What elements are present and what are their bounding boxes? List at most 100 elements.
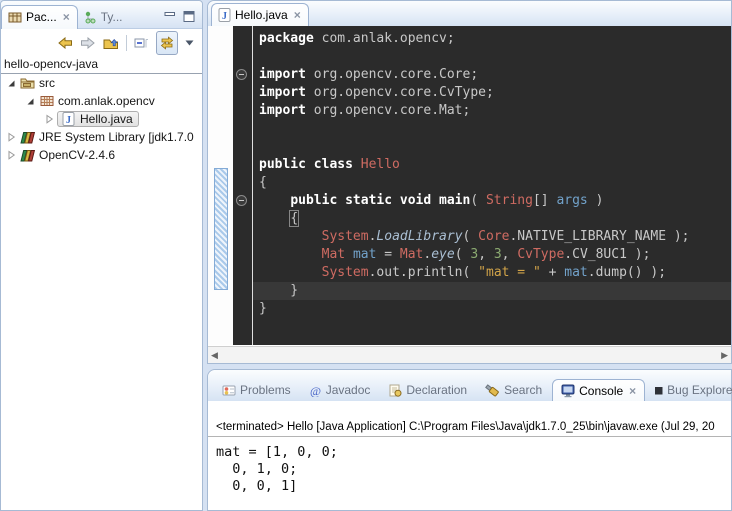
tab-javadoc[interactable]: @Javadoc — [301, 379, 379, 401]
code-token: import — [259, 85, 306, 100]
code-line[interactable]: } — [253, 300, 731, 318]
tree-item-src[interactable]: src — [1, 74, 202, 92]
fold-collapse-icon[interactable] — [236, 69, 247, 80]
collapsed-expander-icon[interactable] — [3, 132, 19, 142]
code-token: } — [259, 283, 298, 298]
tab-label: Declaration — [406, 383, 467, 397]
expanded-expander-icon[interactable] — [3, 78, 19, 88]
tab-problems[interactable]: Problems — [214, 379, 299, 401]
code-line[interactable]: { — [253, 174, 731, 192]
library-icon — [19, 131, 36, 144]
close-icon[interactable]: × — [629, 386, 636, 396]
code-editor[interactable]: package com.anlak.opencv; import org.open… — [252, 26, 731, 345]
code-line[interactable]: import org.opencv.core.Core; — [253, 66, 731, 84]
scroll-right-icon[interactable]: ▶ — [721, 351, 728, 360]
tab-declaration[interactable]: Declaration — [380, 379, 475, 401]
tree-item-label: Hello.java — [77, 112, 136, 126]
code-line[interactable]: } — [253, 282, 731, 300]
view-window-buttons — [164, 11, 202, 28]
link-with-editor-button[interactable] — [156, 31, 178, 55]
project-tree: hello-opencv-java src com.anlak.opencv JHe… — [1, 56, 202, 164]
forward-icon — [80, 37, 96, 49]
code-line[interactable] — [253, 120, 731, 138]
code-line[interactable]: package com.anlak.opencv; — [253, 30, 731, 48]
tree-item-hello-java[interactable]: JHello.java — [1, 110, 202, 128]
code-line[interactable]: public class Hello — [253, 156, 731, 174]
code-token: LoadLibrary — [376, 229, 462, 244]
code-token: Mat — [322, 247, 345, 262]
close-icon[interactable]: × — [294, 10, 301, 20]
code-token: 3 — [470, 247, 478, 262]
tab-type-hierarchy[interactable]: Ty... — [78, 6, 130, 28]
tab-bug-explorer[interactable]: Bug Explorer — [647, 379, 732, 401]
tree-item-jre-system-library-jdk1-7-0[interactable]: JRE System Library [jdk1.7.0 — [1, 128, 202, 146]
maximize-icon[interactable] — [183, 11, 195, 22]
code-token: org.opencv.core.Mat; — [306, 103, 470, 118]
console-process-header: <terminated> Hello [Java Application] C:… — [208, 421, 731, 437]
tab-console[interactable]: Console× — [552, 379, 645, 402]
code-line[interactable]: import org.opencv.core.CvType; — [253, 84, 731, 102]
code-token: org.opencv.core.Core; — [306, 67, 478, 82]
code-line[interactable]: { — [253, 210, 731, 228]
tree-item-project-root[interactable]: hello-opencv-java — [1, 56, 202, 74]
code-token: String — [486, 193, 533, 208]
code-token: , — [478, 247, 494, 262]
java-file-icon: J — [218, 8, 231, 22]
package-icon — [38, 95, 55, 107]
code-line[interactable] — [253, 48, 731, 66]
code-token — [259, 211, 290, 226]
annotation-ruler[interactable] — [208, 26, 233, 345]
code-line[interactable]: import org.opencv.core.Mat; — [253, 102, 731, 120]
problems-icon — [222, 384, 236, 397]
code-token: org.opencv.core.CvType; — [306, 85, 494, 100]
tree-item-opencv-2-4-6[interactable]: OpenCV-2.4.6 — [1, 146, 202, 164]
collapsed-expander-icon[interactable] — [3, 150, 19, 160]
expanded-expander-icon[interactable] — [22, 96, 38, 106]
code-token: ( — [463, 229, 479, 244]
tab-package-explorer[interactable]: Pac... × — [1, 5, 78, 29]
code-token: eye — [431, 247, 454, 262]
code-token: CvType — [517, 247, 564, 262]
package-explorer-icon — [8, 11, 22, 24]
tab-label: Ty... — [101, 10, 123, 24]
minimize-icon[interactable] — [164, 11, 176, 22]
code-token: .NATIVE_LIBRARY_NAME ); — [509, 229, 689, 244]
console-content[interactable]: <terminated> Hello [Java Application] C:… — [208, 401, 731, 510]
code-token: = — [376, 247, 399, 262]
code-token: ( — [470, 193, 486, 208]
code-line[interactable]: Mat mat = Mat.eye( 3, 3, CvType.CV_8UC1 … — [253, 246, 731, 264]
tab-label: Bug Explorer — [667, 383, 732, 397]
code-token: .CV_8UC1 ); — [564, 247, 650, 262]
type-hierarchy-icon — [84, 11, 97, 24]
tree-item-label: com.anlak.opencv — [55, 94, 158, 108]
code-line[interactable]: System.LoadLibrary( Core.NATIVE_LIBRARY_… — [253, 228, 731, 246]
package-folder-icon — [19, 77, 36, 89]
fold-collapse-icon[interactable] — [236, 195, 247, 206]
back-button[interactable] — [57, 33, 73, 53]
svg-text:@: @ — [310, 384, 321, 397]
editor-tab-hello-java[interactable]: J Hello.java × — [211, 3, 309, 27]
collapse-all-button[interactable] — [134, 33, 149, 53]
code-token — [345, 247, 353, 262]
view-menu-button[interactable] — [185, 33, 194, 53]
tree-item-label: OpenCV-2.4.6 — [36, 148, 118, 162]
console-output-line: mat = [1, 0, 0; — [216, 444, 731, 461]
folding-gutter[interactable] — [233, 26, 252, 345]
tab-search[interactable]: Search — [477, 379, 550, 401]
collapsed-expander-icon[interactable] — [41, 114, 57, 124]
svg-text:J: J — [222, 11, 227, 22]
code-token: ) — [588, 193, 604, 208]
code-line[interactable] — [253, 138, 731, 156]
editor-horizontal-scrollbar[interactable]: ◀ ▶ — [208, 346, 731, 363]
console-icon — [561, 384, 575, 398]
console-output[interactable]: mat = [1, 0, 0; 0, 1, 0; 0, 0, 1] — [208, 437, 731, 495]
code-line[interactable]: public static void main( String[] args ) — [253, 192, 731, 210]
code-token: import — [259, 103, 306, 118]
close-icon[interactable]: × — [63, 12, 70, 22]
code-line[interactable]: System.out.println( "mat = " + mat.dump(… — [253, 264, 731, 282]
forward-button[interactable] — [80, 33, 96, 53]
go-into-button[interactable] — [103, 33, 119, 53]
scroll-left-icon[interactable]: ◀ — [211, 351, 218, 360]
bottom-tabbar: Problems@Javadoc Declaration SearchConsole… — [208, 370, 731, 402]
tree-item-com-anlak-opencv[interactable]: com.anlak.opencv — [1, 92, 202, 110]
